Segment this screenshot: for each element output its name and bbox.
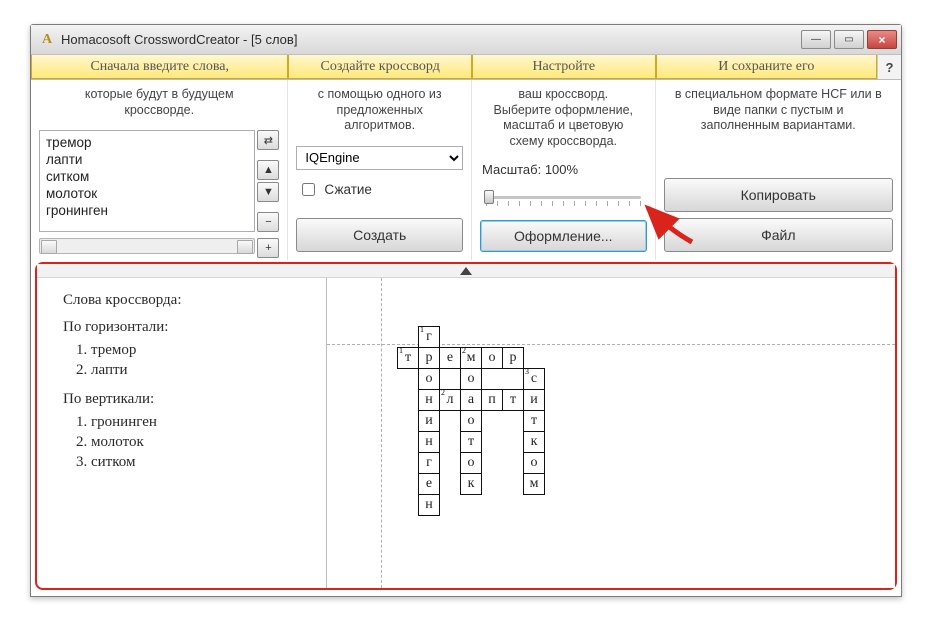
grid-cell: р [418, 347, 440, 369]
grid-cell: н [418, 494, 440, 516]
close-button[interactable]: × [867, 30, 897, 49]
swap-button[interactable]: ⇄ [257, 130, 279, 150]
grid-cell: о [460, 410, 482, 432]
design-button[interactable]: Оформление... [480, 220, 647, 252]
grid-cell: и [418, 410, 440, 432]
grid-cell: л2 [439, 389, 461, 411]
word-entry[interactable]: лапти [46, 152, 248, 169]
down-item: молоток [91, 432, 312, 452]
step2-desc: с помощью одного из предложенных алгорит… [296, 84, 463, 140]
step2-header: Создайте кроссворд [288, 55, 472, 79]
word-entry[interactable]: тремор [46, 135, 248, 152]
grid-cell: и [523, 389, 545, 411]
app-icon: A [39, 32, 55, 48]
grid-cell: м [523, 473, 545, 495]
step3-desc: ваш кроссворд. Выберите оформление, масш… [480, 84, 647, 156]
down-list: гронингенмолотокситком [63, 412, 312, 473]
grid-cell: о [460, 452, 482, 474]
app-window: A Homacosoft CrosswordCreator - [5 слов]… [30, 24, 902, 597]
grid-cell: н [418, 431, 440, 453]
titlebar: A Homacosoft CrosswordCreator - [5 слов]… [31, 25, 901, 55]
grid-cell: е [439, 347, 461, 369]
window-title: Homacosoft CrosswordCreator - [5 слов] [61, 32, 297, 47]
across-item: тремор [91, 340, 312, 360]
grid-cell: г [418, 452, 440, 474]
grid-cell: к [460, 473, 482, 495]
grid-cell: а [460, 389, 482, 411]
guide-horizontal [327, 344, 895, 345]
panel-save: в специальном формате HCF или в виде пап… [656, 80, 901, 260]
down-item: ситком [91, 452, 312, 472]
grid-cell: о [523, 452, 545, 474]
across-label: По горизонтали: [63, 319, 312, 336]
grid-cell: о [481, 347, 503, 369]
preview-area: Слова кроссворда: По горизонтали: тремор… [35, 262, 897, 590]
words-hscroll[interactable] [39, 238, 255, 254]
panel-create: с помощью одного из предложенных алгорит… [288, 80, 472, 260]
move-down-button[interactable]: ▼ [257, 182, 279, 202]
add-button[interactable]: + [257, 238, 279, 258]
triangle-up-icon [460, 267, 472, 275]
guide-vertical [381, 278, 382, 588]
step1-header: Сначала введите слова, [31, 55, 288, 79]
grid-cell: к [523, 431, 545, 453]
word-entry[interactable]: молоток [46, 186, 248, 203]
words-textarea[interactable]: треморлаптиситкоммолотокгронинген [39, 130, 255, 232]
grid-cell: р [502, 347, 524, 369]
panel-words: которые будут в будущем кроссворде. трем… [31, 80, 288, 260]
step4-desc: в специальном формате HCF или в виде пап… [664, 84, 893, 140]
maximize-button[interactable]: ▭ [834, 30, 864, 49]
crossword-grid-pane[interactable]: г1т1рем2ороос3нл2аптииотнткгооекмн [327, 278, 895, 588]
grid-cell: н [418, 389, 440, 411]
preview-collapse-bar[interactable] [37, 264, 895, 278]
clues-title: Слова кроссворда: [63, 292, 312, 309]
grid-cell: с3 [523, 368, 545, 390]
scale-slider[interactable] [482, 187, 645, 206]
copy-button[interactable]: Копировать [664, 178, 893, 212]
grid-cell: т [460, 431, 482, 453]
create-button[interactable]: Создать [296, 218, 463, 252]
move-up-button[interactable]: ▲ [257, 160, 279, 180]
step3-header: Настройте [472, 55, 656, 79]
grid-cell: е [418, 473, 440, 495]
down-label: По вертикали: [63, 391, 312, 408]
scale-label: Масштаб: 100% [480, 162, 647, 177]
grid-cell: г1 [418, 326, 440, 348]
help-button[interactable]: ? [877, 55, 901, 79]
minimize-button[interactable]: — [801, 30, 831, 49]
grid-cell: т1 [397, 347, 419, 369]
grid-cell: о [418, 368, 440, 390]
grid-cell: о [460, 368, 482, 390]
across-list: треморлапти [63, 340, 312, 381]
grid-cell: м2 [460, 347, 482, 369]
compress-label: Сжатие [324, 182, 372, 197]
word-entry[interactable]: гронинген [46, 203, 248, 220]
compress-checkbox-input[interactable] [302, 183, 315, 196]
panel-tune: ваш кроссворд. Выберите оформление, масш… [472, 80, 656, 260]
step4-header: И сохраните его [656, 55, 877, 79]
across-item: лапти [91, 360, 312, 380]
grid-cell: т [502, 389, 524, 411]
compress-checkbox[interactable]: Сжатие [296, 176, 463, 199]
step1-desc: которые будут в будущем кроссворде. [39, 84, 279, 124]
down-item: гронинген [91, 412, 312, 432]
grid-cell: п [481, 389, 503, 411]
remove-button[interactable]: − [257, 212, 279, 232]
clue-pane: Слова кроссворда: По горизонтали: тремор… [37, 278, 327, 588]
file-button[interactable]: Файл [664, 218, 893, 252]
grid-cell: т [523, 410, 545, 432]
word-entry[interactable]: ситком [46, 169, 248, 186]
algorithm-select[interactable]: IQEngine [296, 146, 463, 170]
